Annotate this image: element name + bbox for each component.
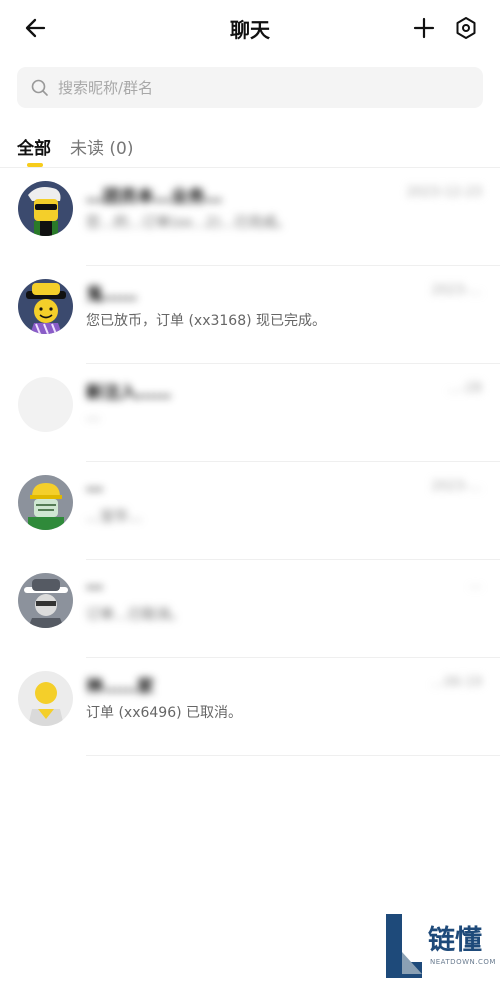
chat-list: …团员本…业务… 2023-12-23 您…的…订单(xx…2)…已完成。 鬼…… (0, 168, 500, 756)
chat-name: 新注入…… (86, 383, 171, 403)
search-icon (30, 78, 50, 98)
chat-name: …团员本…业务… (86, 187, 222, 207)
chat-row[interactable]: …团员本…业务… 2023-12-23 您…的…订单(xx…2)…已完成。 (0, 168, 500, 266)
chat-name: 神……家 (86, 677, 154, 697)
chat-last-message: 您…的…订单(xx…2)…已完成。 (86, 215, 291, 231)
active-tab-indicator (27, 163, 43, 167)
chat-row[interactable]: 新注入…… …-28 … (0, 364, 500, 462)
top-bar: 聊天 (0, 0, 500, 56)
sunglasses-character-avatar (18, 181, 73, 236)
filter-tabs: 全部 未读 (0) (0, 128, 500, 168)
chat-row[interactable]: … 2023-… …宝华… (0, 462, 500, 560)
chat-row[interactable]: 鬼…… 2023-… 您已放币，订单 (xx3168) 现已完成。 (0, 266, 500, 364)
watermark-text: 链懂 (428, 925, 482, 956)
chat-date: 2023-12-23 (406, 185, 482, 200)
chat-date: 2023-… (431, 479, 482, 494)
chat-last-message: 订单…已取消。 (86, 607, 184, 623)
blank-avatar (18, 377, 73, 432)
chat-date: …06-19 (431, 675, 482, 690)
chat-date: … (469, 577, 482, 592)
row-divider (86, 755, 500, 756)
search-bar[interactable] (17, 67, 483, 108)
chat-date: …-28 (447, 381, 482, 396)
neatdown-watermark: 链懂 NEATDOWN.COM (380, 912, 496, 984)
search-input[interactable] (58, 78, 438, 97)
tab-all[interactable]: 全部 (17, 134, 51, 159)
chat-last-message: 您已放币，订单 (xx3168) 现已完成。 (86, 313, 327, 329)
chat-name: 鬼…… (86, 285, 137, 305)
chat-date: 2023-… (431, 283, 482, 298)
watermark-subtext: NEATDOWN.COM (430, 958, 496, 966)
yellow-hat-character-avatar (18, 279, 73, 334)
grey-hat-character-avatar (18, 573, 73, 628)
watermark-logo-icon (386, 914, 422, 978)
chat-row[interactable]: 神……家 …06-19 订单 (xx6496) 已取消。 (0, 658, 500, 756)
default-yellow-avatar (18, 671, 73, 726)
chat-last-message: …宝华… (86, 509, 142, 525)
helmet-character-avatar (18, 475, 73, 530)
plus-icon[interactable] (410, 14, 438, 42)
tab-unread[interactable]: 未读 (0) (70, 134, 133, 159)
chat-last-message: … (86, 408, 100, 424)
chat-name: … (86, 476, 103, 496)
chat-last-message: 订单 (xx6496) 已取消。 (86, 705, 243, 721)
chat-name: … (86, 574, 103, 594)
chat-row[interactable]: … … 订单…已取消。 (0, 560, 500, 658)
settings-hexagon-icon[interactable] (452, 14, 480, 42)
